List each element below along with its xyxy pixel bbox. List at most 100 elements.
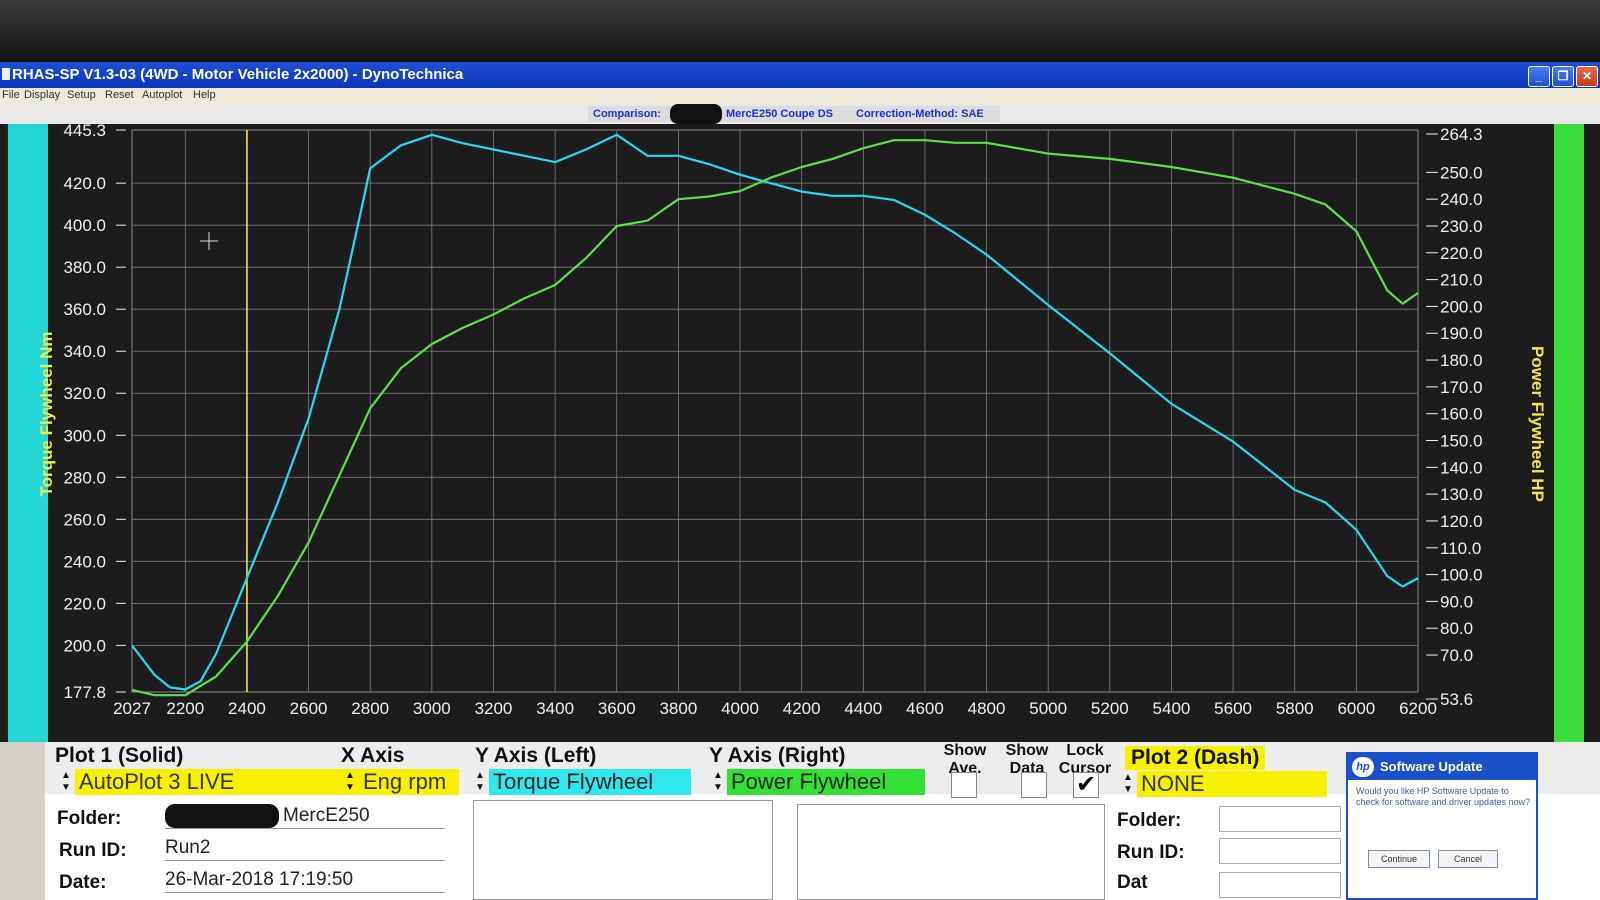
- y-right-spinner[interactable]: ▲ ▼: [711, 770, 725, 796]
- folder-value: MercE250: [283, 805, 370, 826]
- y2-tick-label: 90.0: [1440, 592, 1473, 611]
- x-tick-label: 3200: [475, 699, 513, 718]
- plot1-spinner[interactable]: ▲ ▼: [59, 770, 73, 796]
- y2-tick-label: 100.0: [1440, 566, 1483, 585]
- folder2-field[interactable]: [1219, 806, 1341, 832]
- y-axis-title-right: Power Flywheel HP: [1528, 346, 1547, 502]
- plot2-spinner[interactable]: ▲ ▼: [1121, 772, 1135, 798]
- title-bar[interactable]: RHAS-SP V1.3-03 (4WD - Motor Vehicle 2x2…: [0, 62, 1600, 88]
- plot-background: [48, 124, 1554, 742]
- y-tick-label: 445.3: [63, 124, 106, 140]
- monitor-bezel: [0, 0, 1600, 62]
- y2-tick-label: 200.0: [1440, 297, 1483, 316]
- show-ave-checkbox[interactable]: [951, 772, 977, 798]
- x-axis-title: X Axis: [341, 744, 405, 767]
- x-tick-label: 5600: [1214, 699, 1252, 718]
- lock-cursor-line1: Lock: [1066, 742, 1104, 759]
- y2-tick-label: 230.0: [1440, 217, 1483, 236]
- y-right-title: Y Axis (Right): [709, 744, 846, 767]
- show-data-checkbox[interactable]: [1021, 772, 1047, 798]
- comparison-bar: Comparison: MercE250 Coupe DS Correction…: [0, 104, 1600, 124]
- x-tick-label: 3800: [659, 699, 697, 718]
- folder2-label: Folder:: [1117, 810, 1182, 831]
- plot1-title: Plot 1 (Solid): [55, 744, 184, 767]
- y-left-title: Y Axis (Left): [475, 744, 597, 767]
- x-tick-label: 4200: [783, 699, 821, 718]
- hp-popup-message: Would you like HP Software Update to che…: [1356, 786, 1531, 807]
- x-tick-label: 5200: [1091, 699, 1129, 718]
- plot1-select[interactable]: AutoPlot 3 LIVE: [75, 769, 377, 795]
- redaction-mark: [670, 104, 722, 124]
- y-tick-label: 320.0: [63, 384, 106, 403]
- x-tick-label: 5400: [1153, 699, 1191, 718]
- y-tick-label: 300.0: [63, 426, 106, 445]
- menu-display[interactable]: Display: [24, 89, 60, 101]
- window-title: RHAS-SP V1.3-03 (4WD - Motor Vehicle 2x2…: [12, 66, 464, 83]
- lock-cursor-checkbox[interactable]: ✔: [1073, 772, 1099, 798]
- menu-file[interactable]: File: [2, 89, 20, 101]
- maximize-button[interactable]: ❐: [1552, 66, 1574, 87]
- y2-tick-label: 150.0: [1440, 431, 1483, 450]
- x-axis-select[interactable]: Eng rpm: [359, 769, 459, 795]
- x-tick-label: 6200: [1399, 699, 1437, 718]
- y2-tick-label: 250.0: [1440, 163, 1483, 182]
- menu-help[interactable]: Help: [193, 89, 216, 101]
- comparison-box: Comparison: MercE250 Coupe DS Correction…: [588, 104, 1000, 124]
- x-tick-label: 2027: [113, 699, 151, 718]
- x-tick-label: 5000: [1029, 699, 1067, 718]
- x-tick-label: 5800: [1276, 699, 1314, 718]
- y-tick-label: 360.0: [63, 300, 106, 319]
- chart-area: 2027 2200 2400 2600 2800 3000 3200 3400 3600 3800…: [0, 124, 1600, 742]
- dyno-chart[interactable]: 2027 2200 2400 2600 2800 3000 3200 3400 3600 3800…: [0, 124, 1600, 742]
- x-tick-label: 4800: [968, 699, 1006, 718]
- correction-method: Correction-Method: SAE: [856, 108, 984, 120]
- y-tick-label: 280.0: [63, 468, 106, 487]
- run-id-field[interactable]: Run2: [165, 836, 445, 861]
- y2-tick-label: 264.3: [1440, 125, 1483, 144]
- y-tick-label: 400.0: [63, 216, 106, 235]
- date-label: Date:: [59, 872, 107, 893]
- y-left-select[interactable]: Torque Flywheel: [489, 769, 691, 795]
- y-left-spinner[interactable]: ▲ ▼: [473, 770, 487, 796]
- menu-autoplot[interactable]: Autoplot: [142, 89, 182, 101]
- show-ave-line1: Show: [943, 742, 987, 759]
- y-tick-label: 420.0: [63, 174, 106, 193]
- plot2-select[interactable]: NONE: [1137, 771, 1327, 797]
- show-data-line1: Show: [1005, 742, 1049, 759]
- y-tick-label: 220.0: [63, 594, 106, 613]
- date2-field[interactable]: [1219, 872, 1341, 898]
- y2-tick-label: 180.0: [1440, 351, 1483, 370]
- folder-field[interactable]: MercE250: [165, 804, 445, 829]
- x-tick-label: 3400: [536, 699, 574, 718]
- minimize-button[interactable]: _: [1528, 66, 1550, 87]
- comparison-vehicle: MercE250 Coupe DS: [726, 108, 833, 120]
- run-id-label: Run ID:: [59, 840, 127, 861]
- y2-tick-label: 130.0: [1440, 485, 1483, 504]
- run-id2-field[interactable]: [1219, 838, 1341, 864]
- date2-label: Dat: [1117, 872, 1148, 893]
- y-tick-label: 177.8: [63, 683, 106, 702]
- y-right-select[interactable]: Power Flywheel: [727, 769, 925, 795]
- y2-tick-label: 240.0: [1440, 190, 1483, 209]
- x-tick-label: 6000: [1337, 699, 1375, 718]
- x-axis-spinner[interactable]: ▲ ▼: [343, 770, 357, 796]
- menu-setup[interactable]: Setup: [67, 89, 96, 101]
- hp-continue-button[interactable]: Continue: [1368, 850, 1430, 868]
- y-tick-label: 260.0: [63, 510, 106, 529]
- x-tick-label: 3000: [413, 699, 451, 718]
- date-field[interactable]: 26-Mar-2018 17:19:50: [165, 868, 445, 893]
- close-button[interactable]: ✕: [1576, 66, 1598, 87]
- y-tick-label: 240.0: [63, 552, 106, 571]
- y2-tick-label: 53.6: [1440, 690, 1473, 709]
- y-tick-label: 380.0: [63, 258, 106, 277]
- menu-reset[interactable]: Reset: [105, 89, 134, 101]
- hp-popup-title: Software Update: [1380, 759, 1483, 774]
- y-tick-label: 200.0: [63, 636, 106, 655]
- hp-cancel-button[interactable]: Cancel: [1438, 850, 1498, 868]
- run-id2-label: Run ID:: [1117, 842, 1185, 863]
- app-icon: [2, 68, 10, 80]
- menu-bar: File Display Setup Reset Autoplot Help: [0, 88, 1600, 104]
- x-tick-label: 4600: [906, 699, 944, 718]
- folder-label: Folder:: [57, 808, 122, 829]
- hp-popup-header: hp Software Update: [1348, 754, 1536, 780]
